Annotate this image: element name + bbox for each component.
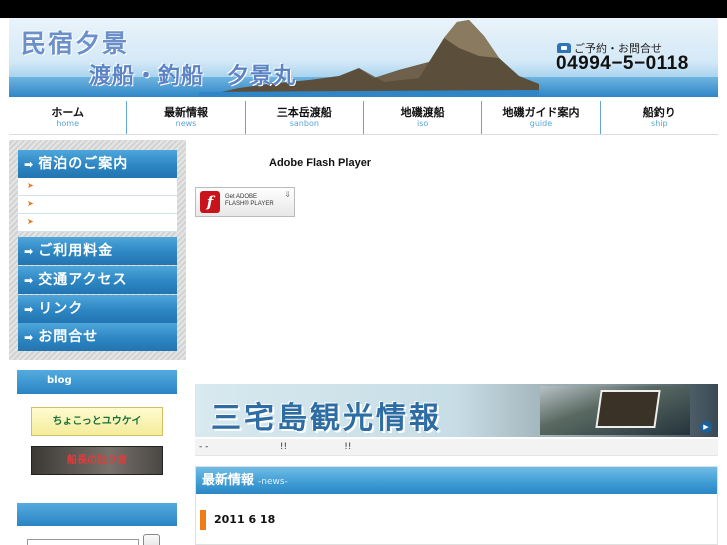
submenu-item[interactable]: ➤ bbox=[18, 196, 177, 214]
inn-subtitle: 渡船・釣船 夕景丸 bbox=[89, 63, 297, 89]
main-nav: ホーム home 最新情報 news 三本岳渡船 sanbon 地磯渡船 iso… bbox=[9, 101, 718, 135]
blog-banner-chokotto[interactable]: ちょこっとユウケイ bbox=[31, 407, 163, 436]
news-section: 最新情報 -news- 2011 6 18 bbox=[195, 466, 718, 545]
nav-item-ship[interactable]: 船釣り ship bbox=[601, 101, 718, 134]
site-header: 民宿夕景 渡船・釣船 夕景丸 ご予約・お問合せ 04994−5−0118 bbox=[9, 18, 718, 97]
play-arrow-icon: ▶ bbox=[700, 421, 712, 433]
nav-label: 地磯ガイド案内 bbox=[502, 106, 580, 119]
search-box bbox=[17, 503, 177, 545]
nav-label: 船釣り bbox=[642, 106, 676, 119]
flash-badge-text: Get ADOBE FLASH® PLAYER bbox=[225, 194, 274, 208]
menu-label: 交通アクセス bbox=[38, 272, 128, 288]
get-flash-player-button[interactable]: f Get ADOBE FLASH® PLAYER ⇓ bbox=[195, 187, 295, 217]
menu-label: リンク bbox=[38, 301, 84, 317]
menu-lodging[interactable]: ➡ 宿泊のご案内 bbox=[18, 150, 177, 178]
nav-label: 三本岳渡船 bbox=[276, 106, 332, 119]
blog-heading: blog bbox=[17, 370, 177, 394]
nav-item-iso[interactable]: 地磯渡船 iso bbox=[364, 101, 483, 134]
news-date: 2011 6 18 bbox=[200, 510, 275, 530]
news-heading-label: 最新情報 bbox=[202, 473, 255, 488]
banner-label: ちょこっとユウケイ bbox=[52, 416, 142, 427]
page: 民宿夕景 渡船・釣船 夕景丸 ご予約・お問合せ 04994−5−0118 ホーム… bbox=[0, 0, 727, 545]
inn-name: 民宿夕景 bbox=[21, 29, 130, 58]
arrow-right-icon: ➡ bbox=[24, 245, 35, 258]
nav-sublabel: news bbox=[175, 119, 197, 128]
arrow-right-icon: ➡ bbox=[24, 274, 35, 287]
bullet-arrow-icon: ➤ bbox=[27, 199, 34, 208]
menu-label: ご利用料金 bbox=[38, 243, 114, 259]
search-input[interactable] bbox=[27, 539, 139, 545]
miyakejima-tourism-banner[interactable]: 三宅島観光情報 ▶ bbox=[195, 384, 718, 437]
menu-label: お問合せ bbox=[38, 329, 99, 345]
bullet-arrow-icon: ➤ bbox=[27, 217, 34, 226]
news-ticker: - - !! !! bbox=[195, 439, 718, 456]
blog-box: blog ちょこっとユウケイ 船長の独り言 bbox=[17, 370, 177, 490]
banner-house-image bbox=[595, 390, 661, 428]
submenu-item[interactable]: ➤ bbox=[18, 214, 177, 232]
badge-get: Get ADOBE bbox=[225, 194, 258, 200]
sidebar-menu: ➡ 宿泊のご案内 ➤ ➤ ➤ ➡ ご利用料金 ➡ 交通アクセス ➡ リンク ➡ お問合せ bbox=[9, 140, 186, 360]
menu-label: 宿泊のご案内 bbox=[38, 156, 129, 172]
menu-access[interactable]: ➡ 交通アクセス bbox=[18, 266, 177, 294]
nav-sublabel: iso bbox=[417, 119, 429, 128]
nav-item-news[interactable]: 最新情報 news bbox=[127, 101, 246, 134]
menu-links[interactable]: ➡ リンク bbox=[18, 295, 177, 323]
blog-banner-captain[interactable]: 船長の独り言 bbox=[31, 446, 163, 475]
phone-icon bbox=[557, 43, 571, 53]
badge-product: FLASH® PLAYER bbox=[225, 201, 274, 207]
nav-item-sanbon[interactable]: 三本岳渡船 sanbon bbox=[246, 101, 364, 134]
nav-label: ホーム bbox=[51, 106, 84, 119]
search-button[interactable] bbox=[143, 534, 160, 545]
banner-label: 船長の独り言 bbox=[67, 455, 127, 466]
bullet-arrow-icon: ➤ bbox=[27, 181, 34, 190]
arrow-right-icon: ➡ bbox=[24, 158, 35, 171]
banner-title: 三宅島観光情報 bbox=[211, 401, 442, 436]
nav-label: 地磯渡船 bbox=[400, 106, 445, 119]
arrow-right-icon: ➡ bbox=[24, 331, 35, 344]
phone-number: 04994−5−0118 bbox=[556, 53, 689, 74]
arrow-right-icon: ➡ bbox=[24, 303, 35, 316]
menu-contact[interactable]: ➡ お問合せ bbox=[18, 323, 177, 351]
top-black-bar bbox=[0, 0, 727, 18]
nav-item-home[interactable]: ホーム home bbox=[9, 101, 128, 134]
nav-sublabel: home bbox=[56, 119, 79, 128]
nav-sublabel: ship bbox=[651, 119, 668, 128]
nav-item-guide[interactable]: 地磯ガイド案内 guide bbox=[482, 101, 601, 134]
nav-sublabel: sanbon bbox=[289, 119, 319, 128]
flash-logo-icon: f bbox=[200, 191, 220, 213]
search-heading bbox=[17, 503, 177, 526]
news-heading-sub: -news- bbox=[258, 477, 288, 487]
flash-player-title: Adobe Flash Player bbox=[269, 157, 372, 169]
nav-label: 最新情報 bbox=[163, 106, 208, 119]
download-arrow-icon: ⇓ bbox=[284, 190, 291, 199]
menu-fees[interactable]: ➡ ご利用料金 bbox=[18, 237, 177, 265]
news-heading: 最新情報 -news- bbox=[196, 467, 717, 494]
nav-sublabel: guide bbox=[529, 119, 553, 128]
submenu-item[interactable]: ➤ bbox=[18, 178, 177, 196]
